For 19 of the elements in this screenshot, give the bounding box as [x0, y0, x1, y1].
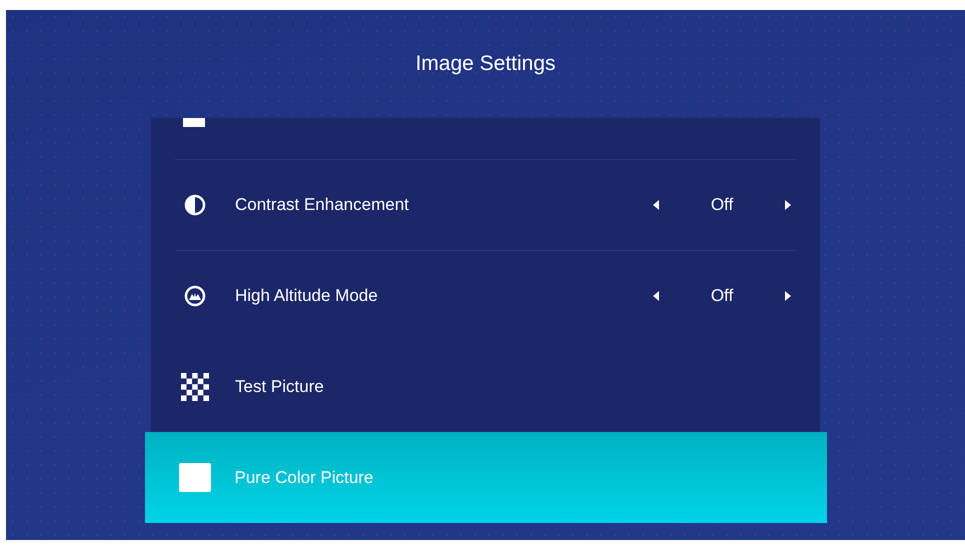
checkerboard-icon	[181, 372, 209, 400]
mountain-icon	[184, 284, 206, 306]
right-arrow-icon[interactable]	[784, 198, 792, 210]
option-value: Off	[710, 194, 734, 214]
row-label: Test Picture	[235, 376, 325, 396]
contrast-icon	[184, 194, 206, 216]
row-label: Contrast Enhancement	[235, 194, 410, 214]
left-arrow-icon[interactable]	[652, 290, 660, 302]
left-arrow-icon[interactable]	[652, 198, 660, 210]
menu-row[interactable]: Test Picture	[151, 341, 820, 432]
square-icon	[178, 463, 210, 492]
menu-row[interactable]: High Altitude Mode Off	[151, 250, 820, 341]
menu-row[interactable]: Contrast Enhancement Off	[151, 159, 820, 250]
rectangle-icon	[183, 118, 205, 127]
option-value: Off	[710, 286, 734, 306]
right-arrow-icon[interactable]	[784, 290, 792, 302]
page-title: Image Settings	[415, 51, 556, 77]
row-label: Pure Color Picture	[234, 468, 374, 488]
row-label: High Altitude Mode	[235, 286, 379, 306]
